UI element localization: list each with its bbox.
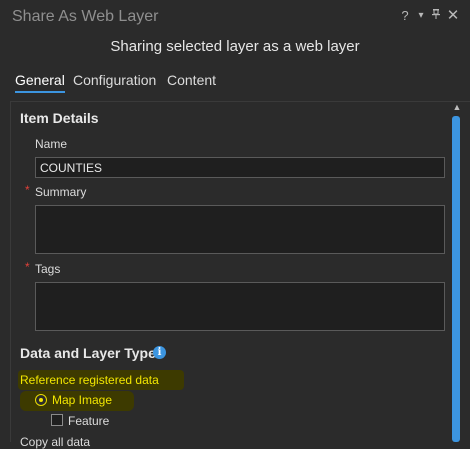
copy-all-data-label: Copy all data: [20, 435, 91, 449]
item-details-heading: Item Details: [20, 110, 99, 126]
title-bar: Share As Web Layer ? ▾ ✕: [0, 0, 470, 34]
summary-field[interactable]: [35, 205, 445, 254]
pin-icon[interactable]: [429, 7, 443, 25]
share-as-web-layer-pane: Share As Web Layer ? ▾ ✕ Sharing selecte…: [0, 0, 470, 449]
tags-field[interactable]: [35, 282, 445, 331]
name-label: Name: [35, 137, 68, 151]
close-icon[interactable]: ✕: [446, 7, 460, 25]
feature-checkbox[interactable]: [51, 414, 63, 426]
info-icon[interactable]: i: [153, 346, 166, 359]
scrollbar-thumb[interactable]: [452, 116, 460, 442]
name-field[interactable]: [35, 157, 445, 178]
map-image-radio[interactable]: [35, 394, 47, 406]
radio-selected-dot: [39, 398, 43, 402]
map-image-label[interactable]: Map Image: [52, 393, 112, 407]
tags-label: Tags: [35, 262, 61, 276]
pane-subtitle: Sharing selected layer as a web layer: [110, 38, 360, 55]
summary-label: Summary: [35, 185, 87, 199]
tab-content[interactable]: Content: [167, 72, 216, 88]
scroll-up-icon[interactable]: ▲: [451, 101, 463, 113]
feature-label[interactable]: Feature: [68, 414, 109, 428]
summary-required-marker: *: [25, 183, 30, 197]
tab-configuration[interactable]: Configuration: [73, 72, 156, 88]
tags-required-marker: *: [25, 260, 30, 274]
reference-registered-data-label: Reference registered data: [20, 373, 159, 387]
pane-title: Share As Web Layer: [12, 8, 159, 25]
tab-general[interactable]: General: [15, 72, 65, 93]
help-icon[interactable]: ?: [398, 7, 412, 25]
data-layer-type-heading: Data and Layer Type: [20, 345, 156, 361]
options-menu-icon[interactable]: ▾: [414, 7, 428, 25]
